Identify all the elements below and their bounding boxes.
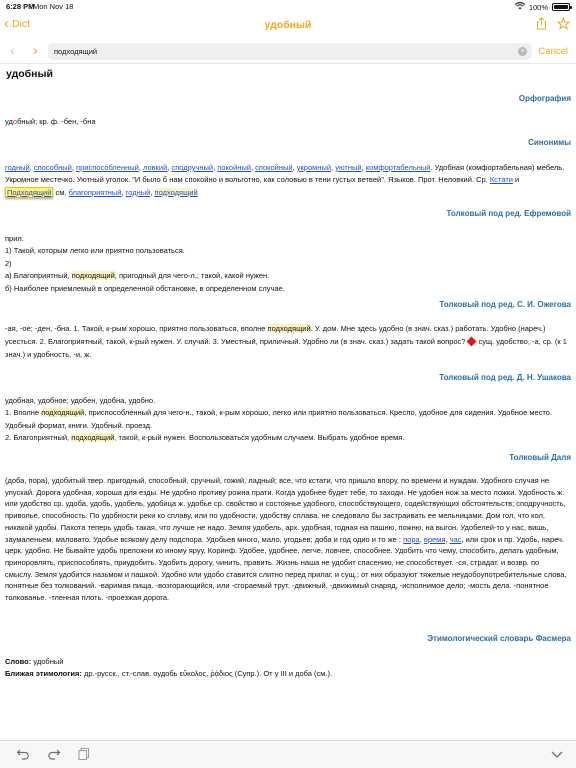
history-forward-button[interactable]: ›: [33, 42, 38, 58]
page-title: удобный: [264, 19, 312, 31]
def-part: , приспособленный для чего-н., такой, к-…: [5, 408, 553, 430]
highlighted-word: подходящий: [71, 271, 115, 281]
history-back-button[interactable]: ‹: [10, 42, 15, 58]
synonym-link[interactable]: покойный: [217, 163, 251, 172]
synonym-link[interactable]: приспособленный: [76, 163, 139, 172]
section-heading-synonyms[interactable]: Синонимы: [528, 138, 571, 147]
def-part: , такой, к-рый нужен. Воспользоваться уд…: [114, 433, 405, 443]
ushakov-text: удобная, удобное; удобен, удобна, удобно…: [5, 395, 567, 445]
search-field[interactable]: ×: [48, 43, 532, 60]
def-part: 1. Вполне: [5, 408, 42, 418]
clear-icon[interactable]: ×: [518, 47, 527, 56]
def-part: , пригодный для чего-л.; такой, какой ну…: [114, 271, 270, 281]
synonym-link[interactable]: уютный: [335, 163, 361, 172]
synonym-link[interactable]: годный: [5, 163, 30, 172]
def-line: прил.: [5, 234, 24, 243]
separator: см.: [53, 187, 69, 197]
nav-actions: [536, 16, 571, 33]
dal-link[interactable]: время: [424, 535, 446, 544]
status-right: 100%: [514, 2, 572, 12]
orthography-text: удобный; кр. ф. -бен, -бна: [5, 116, 567, 128]
status-date: Mon Nov 18: [33, 2, 74, 11]
search-bar: ‹ › × Cancel: [0, 40, 576, 64]
def-part: -ая, -ое; -ден, -бна. 1. Такой, к-рым хо…: [5, 324, 268, 333]
search-input[interactable]: [54, 47, 494, 56]
highlighted-word: подходящий: [41, 408, 85, 418]
def-line: 1. Вполне подходящий, приспособленный дл…: [5, 407, 567, 432]
section-heading-ozhegov[interactable]: Толковый под ред. С. И. Ожегова: [439, 300, 571, 309]
see-link[interactable]: годный: [126, 188, 151, 197]
field-value: удобный: [33, 657, 64, 666]
section-heading-dal[interactable]: Толковый Даля: [509, 453, 571, 462]
ortho-part: бный; кр. ф. -бен, -бна: [17, 117, 96, 126]
section-heading-fasmer[interactable]: Этимологический словарь Фасмера: [427, 634, 571, 643]
synonyms-text: годный, способный, приспособленный, ловк…: [5, 162, 567, 199]
def-line: 2): [5, 258, 12, 268]
synonym-link[interactable]: комфортабельный: [366, 163, 431, 172]
synonym-link[interactable]: ловкий: [143, 163, 167, 172]
def-line: а) Благоприятный, подходящий, пригодный …: [5, 270, 567, 282]
field-value: др.-русск., ст.-слав. оудобь εὔκολος, ῥᾴ…: [83, 669, 333, 679]
def-line: б) Наиболее приемлемый в определенной об…: [5, 283, 285, 293]
fasmer-text: Слово: удобный Ближая этимология: др.-ру…: [5, 656, 567, 681]
dal-text: (доба, пора), удобитый твер. пригодный, …: [5, 475, 567, 604]
status-bar: 6:28 PM Mon Nov 18 100%: [0, 0, 576, 14]
section-heading-orthography[interactable]: Орфография: [519, 94, 571, 103]
synonym-link[interactable]: способный: [34, 163, 72, 172]
def-part: , или срок и пр. Удобь, нареч. церк. удо…: [5, 534, 567, 603]
share-icon[interactable]: [536, 17, 547, 33]
see-link[interactable]: благоприятный: [69, 188, 122, 197]
def-line: 1) Такой, которым легко или приятно поль…: [5, 246, 185, 256]
synonym-link[interactable]: спокойный: [255, 163, 292, 172]
headword: удобный: [6, 68, 53, 80]
highlighted-word: подходящий: [267, 324, 311, 333]
synonym-link[interactable]: укромный: [297, 163, 331, 172]
crossref-link[interactable]: Кстати: [490, 175, 513, 184]
def-part: 2. Благоприятный,: [5, 433, 72, 443]
def-line: удобная, удобное; удобен, удобна, удобно…: [5, 396, 156, 405]
status-time: 6:28 PM: [6, 2, 35, 11]
navigation-bar: ‹ Dict удобный: [0, 14, 576, 38]
efremova-text: прил. 1) Такой, которым легко или приятн…: [5, 233, 567, 295]
highlighted-word: подходящий: [71, 433, 115, 443]
star-icon[interactable]: [556, 16, 571, 33]
crossref-link-highlighted[interactable]: Подходящий: [5, 186, 54, 198]
dal-link[interactable]: час: [450, 535, 462, 544]
battery-icon: [552, 3, 572, 11]
field-label: Ближая этимология:: [5, 669, 82, 679]
battery-percent: 100%: [528, 2, 548, 12]
wifi-icon: [514, 2, 525, 12]
ozhegov-text: -ая, -ое; -ден, -бна. 1. Такой, к-рым хо…: [5, 322, 567, 361]
diamond-icon: [467, 336, 477, 346]
def-line: 2. Благоприятный, подходящий, такой, к-р…: [5, 432, 567, 444]
battery-fill: [554, 5, 568, 9]
section-heading-efremova[interactable]: Толковый под ред. Ефремовой: [447, 209, 571, 218]
separator: и: [512, 175, 520, 185]
ortho-part: уд: [5, 117, 13, 126]
separator: ,: [150, 187, 155, 197]
def-part: (доба, пора), удобитый твер. пригодный, …: [5, 476, 566, 544]
field-label: Слово:: [5, 657, 32, 666]
def-part: а) Благоприятный,: [5, 271, 72, 281]
bottom-toolbar: [0, 740, 576, 768]
def-line: Ближая этимология: др.-русск., ст.-слав.…: [5, 668, 567, 680]
synonym-link[interactable]: сподручный: [171, 163, 213, 172]
undo-icon[interactable]: [16, 747, 30, 764]
redo-icon[interactable]: [47, 747, 61, 764]
chevron-down-icon[interactable]: [550, 747, 564, 764]
copy-icon[interactable]: [77, 747, 91, 764]
see-link[interactable]: подходящий: [154, 187, 198, 197]
section-heading-ushakov[interactable]: Толковый под ред. Д. Н. Ушакова: [439, 373, 571, 382]
dal-link[interactable]: пора: [403, 535, 420, 544]
def-line: Слово: удобный: [5, 656, 567, 668]
cancel-button[interactable]: Cancel: [538, 46, 568, 57]
